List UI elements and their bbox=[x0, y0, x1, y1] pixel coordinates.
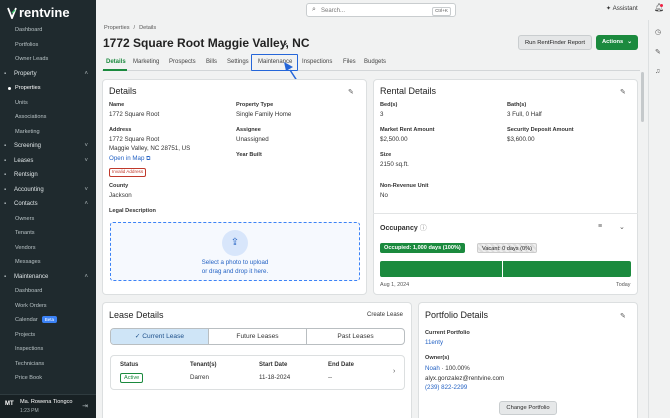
tenants-label: Tenant(s) bbox=[190, 362, 217, 368]
owner-percent: · 100.00% bbox=[441, 365, 470, 372]
edit-rental-pencil-icon[interactable]: ✎ bbox=[620, 88, 626, 96]
portfolio-details-title: Portfolio Details bbox=[425, 310, 489, 320]
owner-link[interactable]: Noah bbox=[425, 365, 440, 372]
segment-future-leases[interactable]: Future Leases bbox=[209, 329, 307, 344]
external-link-icon: ⧉ bbox=[146, 155, 151, 162]
non-revenue-value: No bbox=[380, 192, 388, 199]
county-label: County bbox=[109, 183, 129, 189]
start-date-value: 11-18-2024 bbox=[259, 374, 291, 381]
segment-current-lease[interactable]: ✓ Current Lease bbox=[111, 329, 209, 344]
segment-current-lease-label: Current Lease bbox=[142, 333, 185, 340]
market-rent-value: $2,500.00 bbox=[380, 136, 408, 143]
year-built-label: Year Built bbox=[236, 152, 262, 158]
address-label: Address bbox=[109, 127, 132, 133]
chevron-right-icon[interactable]: › bbox=[393, 368, 395, 375]
property-type-label: Property Type bbox=[236, 102, 274, 108]
current-portfolio-link[interactable]: 11enty bbox=[425, 339, 443, 346]
end-date-label: End Date bbox=[328, 362, 355, 368]
baths-value: 3 Full, 0 Half bbox=[507, 111, 542, 118]
size-value: 2150 sq.ft. bbox=[380, 161, 409, 168]
baths-label: Bath(s) bbox=[507, 102, 527, 108]
name-value: 1772 Square Root bbox=[109, 111, 160, 118]
end-date-value: -- bbox=[328, 374, 333, 381]
owner-row: Noah · 100.00% bbox=[425, 365, 470, 372]
size-label: Size bbox=[380, 152, 392, 158]
status-label: Status bbox=[120, 362, 139, 368]
non-revenue-label: Non-Revenue Unit bbox=[380, 183, 429, 189]
invalid-address-badge: Invalid Address bbox=[109, 168, 147, 177]
segment-past-leases[interactable]: Past Leases bbox=[307, 329, 404, 344]
lease-row[interactable] bbox=[110, 355, 405, 390]
upload-text-1: Select a photo to upload bbox=[201, 259, 269, 266]
rental-details-title: Rental Details bbox=[380, 86, 437, 96]
owners-label: Owner(s) bbox=[425, 355, 450, 361]
chevron-down-icon[interactable]: ⌄ bbox=[619, 223, 625, 231]
filter-icon[interactable]: ≡ bbox=[598, 223, 602, 230]
current-portfolio-label: Current Portfolio bbox=[425, 330, 470, 336]
open-in-map-link[interactable]: Open in Map ⧉ bbox=[109, 155, 151, 163]
occupancy-start: Aug 1, 2024 bbox=[380, 282, 410, 288]
occupancy-title: Occupancy ⓘ bbox=[380, 223, 427, 233]
create-lease-button[interactable]: Create Lease bbox=[367, 312, 403, 318]
deposit-label: Security Deposit Amount bbox=[507, 127, 574, 133]
tenants-value: Darren bbox=[190, 374, 209, 381]
beds-value: 3 bbox=[380, 111, 384, 118]
occupancy-bar-divider bbox=[502, 261, 503, 277]
vacant-legend: Vacant: 0 days (0%) bbox=[477, 243, 537, 253]
assignee-label: Assignee bbox=[236, 127, 261, 133]
open-in-map-label: Open in Map bbox=[109, 155, 145, 162]
address-line2: Maggie Valley, NC 28751, US bbox=[109, 145, 191, 152]
edit-details-pencil-icon[interactable]: ✎ bbox=[348, 88, 354, 96]
deposit-value: $3,600.00 bbox=[507, 136, 535, 143]
owner-phone[interactable]: (239) 822-2299 bbox=[425, 384, 467, 391]
change-portfolio-button[interactable]: Change Portfolio bbox=[499, 401, 557, 415]
details-title: Details bbox=[109, 86, 137, 96]
occupancy-title-text: Occupancy bbox=[380, 225, 418, 232]
property-type-value: Single Family Home bbox=[236, 111, 292, 118]
address-line1: 1772 Square Root bbox=[109, 136, 160, 143]
county-value: Jackson bbox=[109, 192, 132, 199]
name-label: Name bbox=[109, 102, 125, 108]
beds-label: Bed(s) bbox=[380, 102, 398, 108]
upload-file-icon: ⇪ bbox=[222, 230, 248, 256]
start-date-label: Start Date bbox=[259, 362, 288, 368]
occupancy-bar[interactable] bbox=[380, 261, 631, 277]
occupied-legend: Occupied: 1,000 days (100%) bbox=[380, 243, 465, 253]
info-icon[interactable]: ⓘ bbox=[420, 225, 427, 232]
photo-upload-dropzone[interactable]: ⇪ Select a photo to upload or drag and d… bbox=[110, 222, 360, 281]
lease-segmented-control: ✓ Current Lease Future Leases Past Lease… bbox=[110, 328, 405, 345]
status-badge: Active bbox=[120, 373, 144, 383]
upload-text-2: or drag and drop it here. bbox=[201, 268, 269, 275]
divider bbox=[373, 213, 638, 214]
lease-details-title: Lease Details bbox=[109, 310, 164, 320]
edit-portfolio-pencil-icon[interactable]: ✎ bbox=[620, 312, 626, 320]
market-rent-label: Market Rent Amount bbox=[380, 127, 435, 133]
assignee-value: Unassigned bbox=[236, 136, 269, 143]
legal-description-label: Legal Description bbox=[109, 208, 156, 214]
occupancy-end: Today bbox=[616, 282, 631, 288]
owner-email[interactable]: alyx.gonzalez@rentvine.com bbox=[425, 375, 504, 382]
